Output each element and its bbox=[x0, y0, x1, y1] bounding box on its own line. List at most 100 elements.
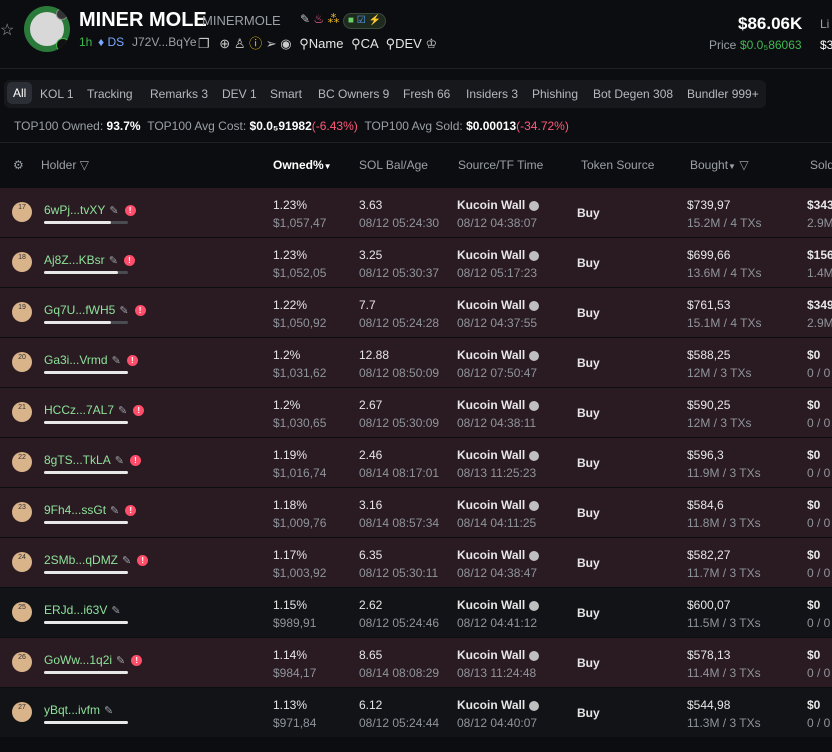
alert-icon: ! bbox=[125, 505, 137, 517]
holder-address[interactable]: 2SMb...qDMZ ✎! bbox=[44, 553, 149, 567]
col-token-source[interactable]: Token Source bbox=[581, 158, 654, 172]
contract-address[interactable]: J72V...BqYe bbox=[132, 35, 197, 49]
bought-usd: $761,53 bbox=[687, 298, 731, 312]
table-row[interactable]: 20 Ga3i...Vrmd ✎! 1.2% $1,031,62 12.88 08/12 0… bbox=[0, 338, 832, 388]
table-row[interactable]: 23 9Fh4...ssGt ✎! 1.18% $1,009,76 3.16 08/14 0… bbox=[0, 488, 832, 538]
crown-icon[interactable]: ♔ bbox=[425, 36, 437, 51]
holder-address[interactable]: 6wPj...tvXY ✎! bbox=[44, 203, 136, 217]
edit-icon[interactable]: ✎ bbox=[112, 355, 121, 367]
funding-source[interactable]: Kucoin Wall bbox=[457, 598, 540, 612]
search-ca-button[interactable]: ⚲CA bbox=[351, 36, 378, 51]
edit-icon[interactable]: ✎ bbox=[110, 505, 119, 517]
tab-kol[interactable]: KOL 1 bbox=[40, 87, 74, 101]
holder-address[interactable]: ERJd...i63V ✎ bbox=[44, 603, 121, 617]
telegram-icon[interactable]: ➢ bbox=[266, 36, 277, 51]
holder-address[interactable]: Aj8Z...KBsr ✎! bbox=[44, 253, 135, 267]
tab-insiders[interactable]: Insiders 3 bbox=[466, 87, 518, 101]
sold-amount: 1.4M bbox=[807, 266, 832, 280]
star-icon[interactable]: ☆ bbox=[0, 20, 14, 40]
copy-icon[interactable]: ❐ bbox=[198, 36, 210, 51]
holder-name: Ga3i...Vrmd bbox=[44, 353, 108, 367]
ds-link[interactable]: ♦ DS bbox=[98, 35, 124, 49]
tab-bot-degen[interactable]: Bot Degen 308 bbox=[593, 87, 673, 101]
holder-address[interactable]: 8gTS...TkLA ✎! bbox=[44, 453, 141, 467]
edit-icon[interactable]: ✎ bbox=[109, 255, 118, 267]
edit-icon[interactable]: ✎ bbox=[300, 12, 310, 26]
holder-address[interactable]: Ga3i...Vrmd ✎! bbox=[44, 353, 138, 367]
holding-bar-fill bbox=[44, 671, 128, 674]
tab-dev[interactable]: DEV 1 bbox=[222, 87, 257, 101]
filter-icon[interactable]: ▽ bbox=[80, 158, 89, 172]
search-dev-label: DEV bbox=[395, 36, 422, 51]
bought-usd: $699,66 bbox=[687, 248, 731, 262]
sold-usd: $0 bbox=[807, 348, 821, 362]
token-avatar[interactable] bbox=[24, 6, 70, 52]
search-name-button[interactable]: ⚲Name bbox=[299, 36, 343, 51]
table-row[interactable]: 22 8gTS...TkLA ✎! 1.19% $1,016,74 2.46 08/14 0… bbox=[0, 438, 832, 488]
holding-bar bbox=[44, 671, 128, 674]
table-row[interactable]: 27 yBqt...ivfm ✎ 1.13% $971,84 6.12 08/12 05:2… bbox=[0, 688, 832, 738]
badge-icon: ☑ bbox=[356, 15, 366, 26]
twitter-icon[interactable]: ◉ bbox=[280, 36, 291, 51]
table-row[interactable]: 19 Gq7U...fWH5 ✎! 1.22% $1,050,92 7.7 08/12 05… bbox=[0, 288, 832, 338]
tab-smart[interactable]: Smart bbox=[270, 87, 302, 101]
funding-source[interactable]: Kucoin Wall bbox=[457, 448, 540, 462]
holder-name: 6wPj...tvXY bbox=[44, 203, 106, 217]
funding-source[interactable]: Kucoin Wall bbox=[457, 248, 540, 262]
table-row[interactable]: 21 HCCz...7AL7 ✎! 1.2% $1,030,65 2.67 08/12 05… bbox=[0, 388, 832, 438]
tab-fresh[interactable]: Fresh 66 bbox=[403, 87, 450, 101]
sold-amount: 0 / 0 bbox=[807, 466, 831, 480]
bought-usd: $578,13 bbox=[687, 648, 731, 662]
warning-icon[interactable]: ⓘ bbox=[249, 36, 262, 51]
sol-balance: 7.7 bbox=[359, 298, 376, 312]
funding-source[interactable]: Kucoin Wall bbox=[457, 398, 540, 412]
settings-icon[interactable]: ⚙ bbox=[13, 158, 24, 172]
funding-source[interactable]: Kucoin Wall bbox=[457, 648, 540, 662]
funding-source[interactable]: Kucoin Wall bbox=[457, 198, 540, 212]
edit-icon[interactable]: ✎ bbox=[115, 455, 124, 467]
table-row[interactable]: 17 6wPj...tvXY ✎! 1.23% $1,057,47 3.63 08/12 0… bbox=[0, 188, 832, 238]
tab-all[interactable]: All bbox=[7, 82, 33, 104]
edit-icon[interactable]: ✎ bbox=[109, 205, 118, 217]
holder-address[interactable]: yBqt...ivfm ✎ bbox=[44, 703, 113, 717]
social-pill[interactable]: ■ ☑ ⚡ bbox=[342, 13, 386, 29]
col-sold[interactable]: Sold bbox=[810, 158, 832, 172]
table-row[interactable]: 26 GoWw...1q2i ✎! 1.14% $984,17 8.65 08/14 08:… bbox=[0, 638, 832, 688]
table-row[interactable]: 18 Aj8Z...KBsr ✎! 1.23% $1,052,05 3.25 08/12 0… bbox=[0, 238, 832, 288]
tab-remarks[interactable]: Remarks 3 bbox=[150, 87, 208, 101]
filter-icon[interactable]: ▽ bbox=[739, 158, 748, 172]
tab-bundler[interactable]: Bundler 999+ bbox=[687, 87, 759, 101]
col-holder[interactable]: Holder ▽ bbox=[41, 158, 89, 172]
holder-address[interactable]: 9Fh4...ssGt ✎! bbox=[44, 503, 137, 517]
col-bought[interactable]: Bought▼ ▽ bbox=[690, 158, 749, 172]
tab-phishing[interactable]: Phishing bbox=[532, 87, 578, 101]
funding-source[interactable]: Kucoin Wall bbox=[457, 298, 540, 312]
alert-icon: ! bbox=[133, 405, 145, 417]
rank-avatar: 18 bbox=[12, 252, 32, 272]
search-dev-button[interactable]: ⚲DEV bbox=[386, 36, 422, 51]
holder-address[interactable]: GoWw...1q2i ✎! bbox=[44, 653, 143, 667]
holder-address[interactable]: Gq7U...fWH5 ✎! bbox=[44, 303, 146, 317]
col-owned[interactable]: Owned%▼ bbox=[273, 158, 332, 172]
source-time: 08/14 04:11:25 bbox=[457, 516, 537, 530]
edit-icon[interactable]: ✎ bbox=[111, 605, 120, 617]
edit-icon[interactable]: ✎ bbox=[104, 705, 113, 717]
tab-tracking[interactable]: Tracking bbox=[87, 87, 133, 101]
funding-source[interactable]: Kucoin Wall bbox=[457, 548, 540, 562]
holder-address[interactable]: HCCz...7AL7 ✎! bbox=[44, 403, 145, 417]
funding-source[interactable]: Kucoin Wall bbox=[457, 348, 540, 362]
bought-amount: 13.6M / 4 TXs bbox=[687, 266, 762, 280]
tab-bc-owners[interactable]: BC Owners 9 bbox=[318, 87, 389, 101]
table-row[interactable]: 25 ERJd...i63V ✎ 1.15% $989,91 2.62 08/12 05:2… bbox=[0, 588, 832, 638]
edit-icon[interactable]: ✎ bbox=[116, 655, 125, 667]
edit-icon[interactable]: ✎ bbox=[118, 405, 127, 417]
globe-icon[interactable]: ⊕ bbox=[219, 36, 230, 51]
table-row[interactable]: 24 2SMb...qDMZ ✎! 1.17% $1,003,92 6.35 08/12 0… bbox=[0, 538, 832, 588]
col-source[interactable]: Source/TF Time bbox=[458, 158, 543, 172]
col-sol[interactable]: SOL Bal/Age bbox=[359, 158, 428, 172]
edit-icon[interactable]: ✎ bbox=[122, 555, 131, 567]
edit-icon[interactable]: ✎ bbox=[119, 305, 128, 317]
funding-source[interactable]: Kucoin Wall bbox=[457, 498, 540, 512]
user-icon[interactable]: ♙ bbox=[234, 36, 246, 51]
funding-source[interactable]: Kucoin Wall bbox=[457, 698, 540, 712]
